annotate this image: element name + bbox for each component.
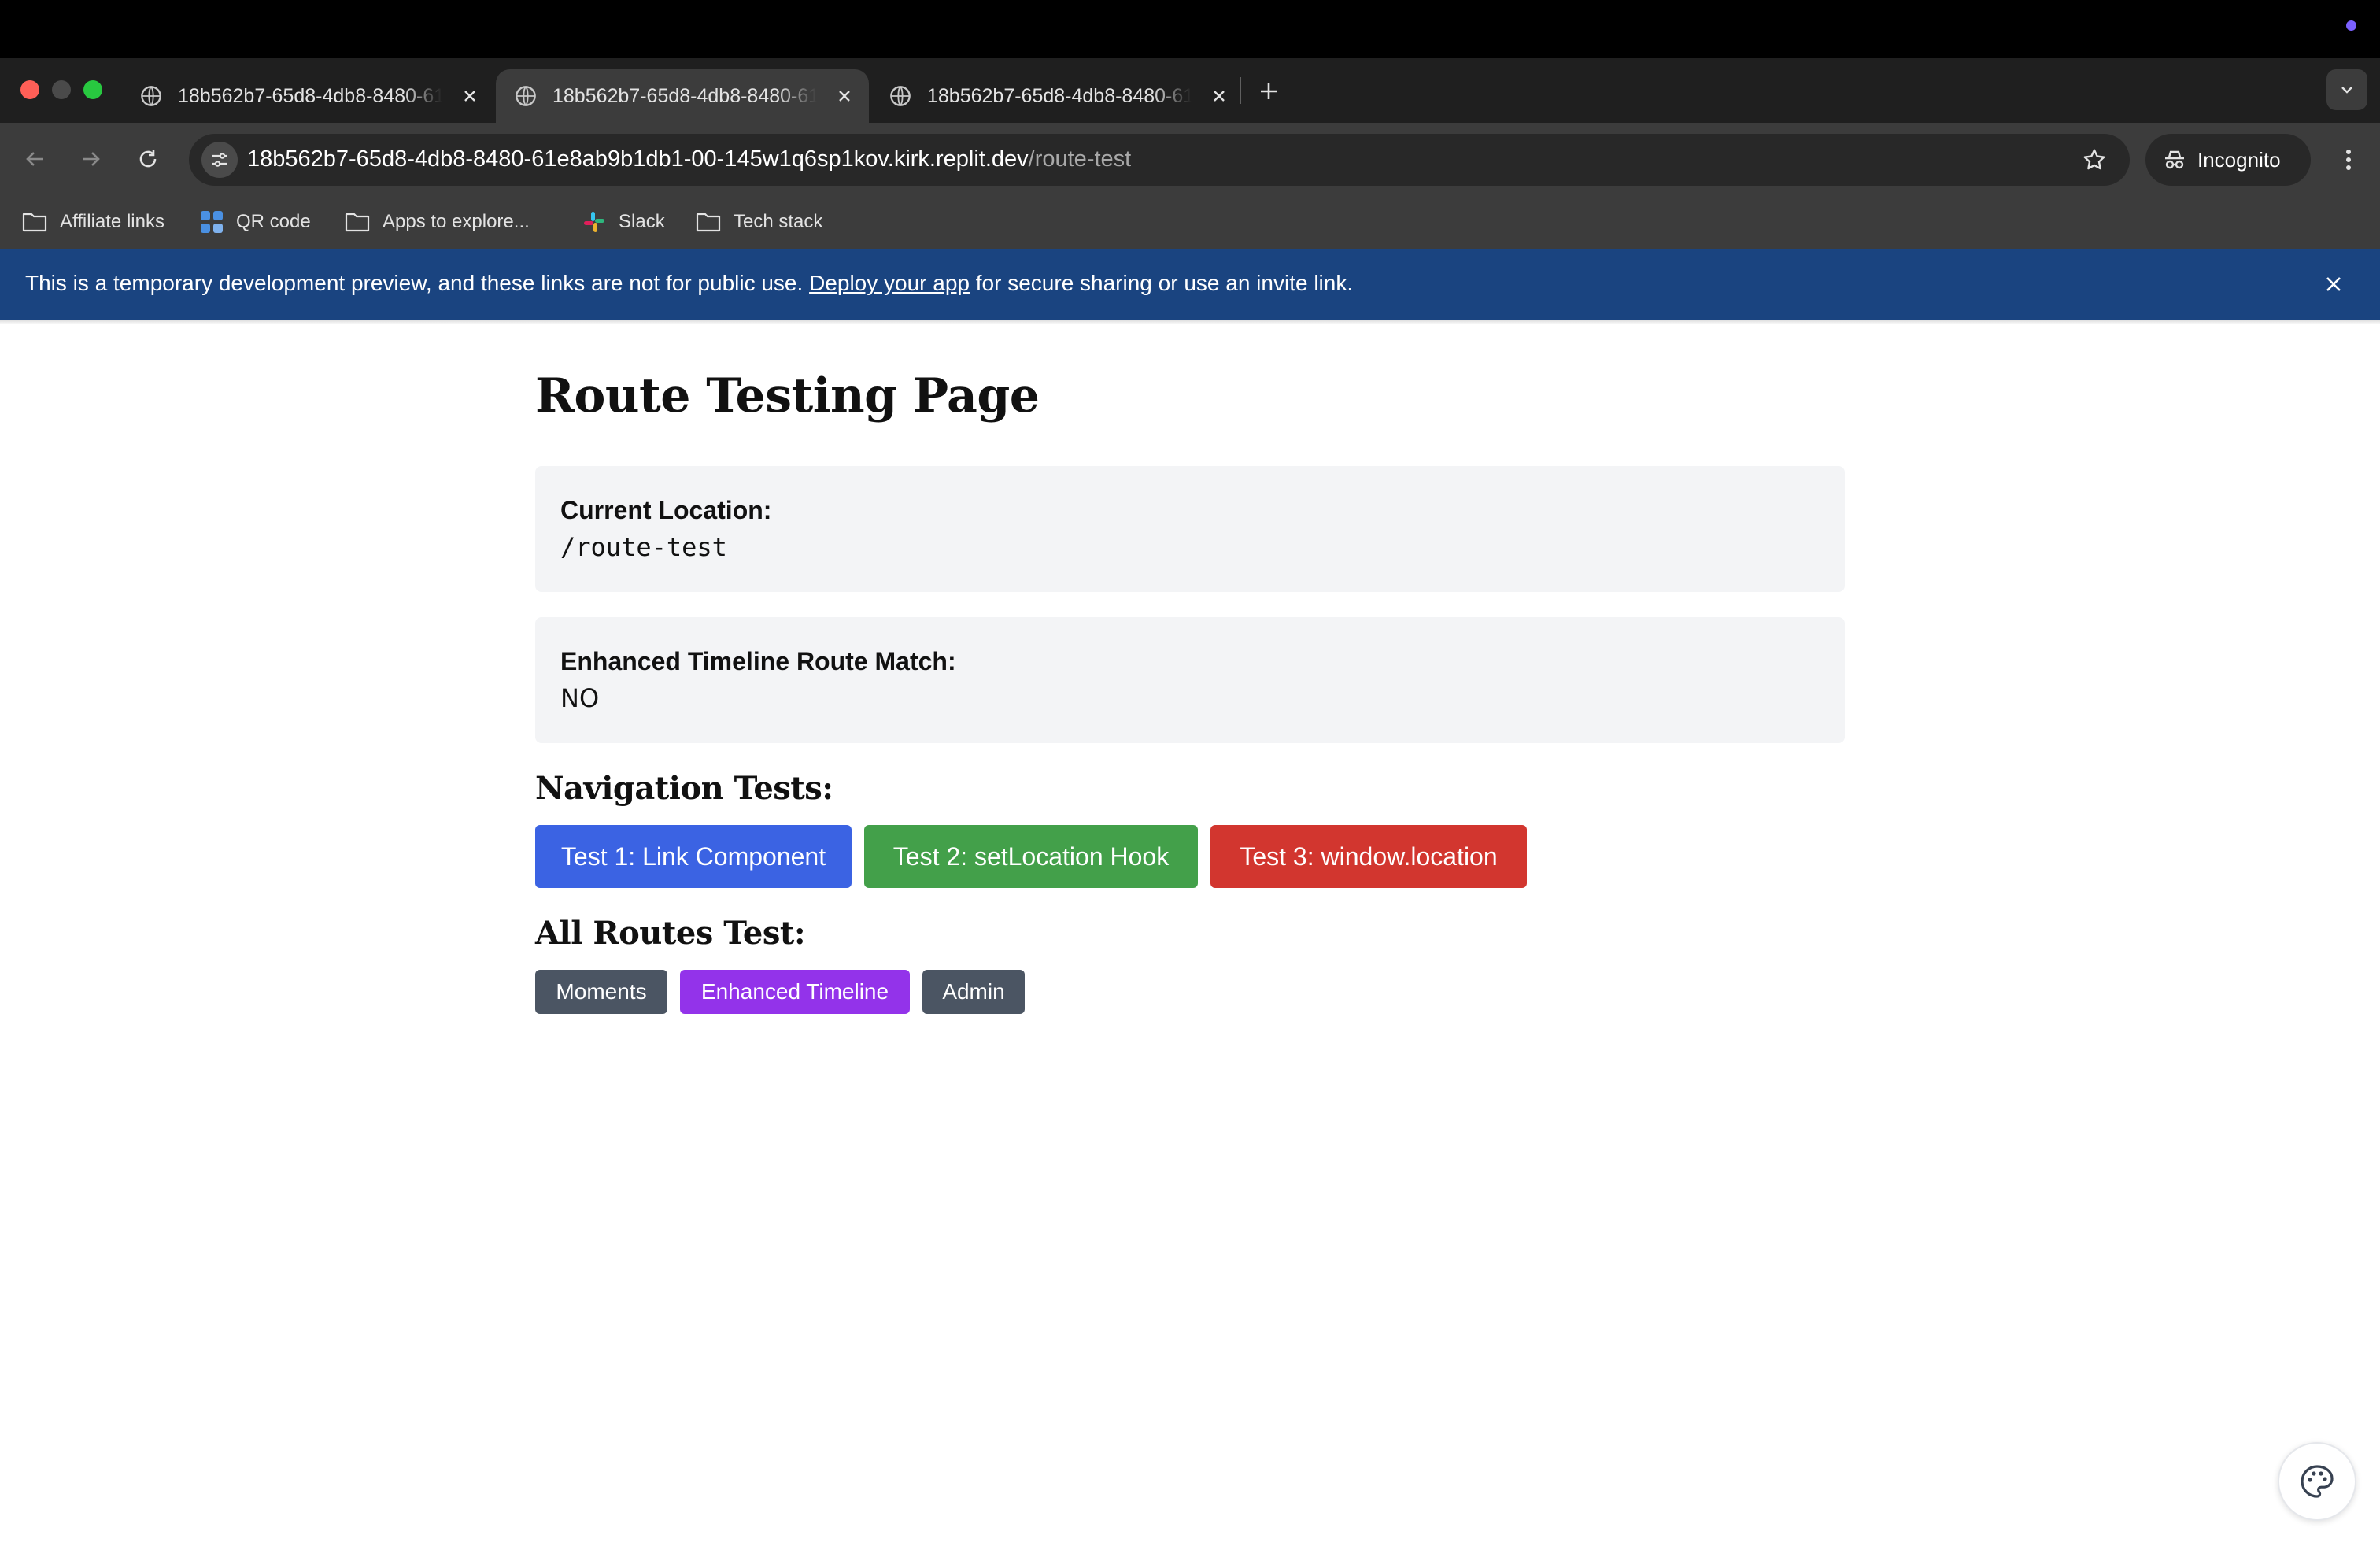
test-link-component-button[interactable]: Test 1: Link Component [535, 825, 852, 888]
url-path: /route-test [1028, 146, 1132, 172]
bookmark-label: Affiliate links [60, 211, 164, 232]
bookmark-tech-stack[interactable]: Tech stack [696, 206, 822, 238]
arrow-left-icon [26, 152, 42, 166]
bookmark-affiliate-links[interactable]: Affiliate links [22, 206, 164, 238]
url-text[interactable]: 18b562b7-65d8-4db8-8480-61e8ab9b1db1-00-… [247, 145, 1131, 173]
banner-close-button[interactable] [2319, 269, 2349, 299]
tab-search-button[interactable] [2326, 69, 2367, 110]
navigation-tests-heading: Navigation Tests: [535, 770, 833, 807]
current-location-label: Current Location: [560, 496, 772, 524]
incognito-indicator[interactable]: Incognito [2145, 134, 2311, 186]
back-button[interactable] [17, 142, 52, 176]
bookmark-label: Apps to explore... [382, 211, 530, 232]
route-match-value: NO [560, 683, 600, 713]
banner-text-before: This is a temporary development preview,… [25, 271, 810, 295]
browser-tab-active[interactable]: 18b562b7-65d8-4db8-8480-61e8ab9b1db1-00-… [496, 69, 869, 123]
globe-icon [516, 86, 536, 106]
dev-preview-banner: This is a temporary development preview,… [0, 249, 2380, 320]
close-icon [2326, 277, 2341, 291]
route-match-label: Enhanced Timeline Route Match: [560, 647, 956, 675]
window-minimize-button[interactable] [52, 80, 71, 99]
new-tab-button[interactable] [1253, 76, 1284, 107]
banner-text-after: for secure sharing or use an invite link… [969, 271, 1354, 295]
bookmark-star-button[interactable] [2078, 143, 2111, 176]
tab-title: 18b562b7-65d8-4db8-8480-61e8ab9b1db1-00-… [178, 84, 442, 107]
bookmark-label: Tech stack [734, 211, 823, 232]
more-vertical-icon [2346, 150, 2351, 170]
globe-icon [141, 86, 161, 106]
route-enhanced-timeline-button[interactable]: Enhanced Timeline [680, 970, 910, 1014]
tab-close-icon[interactable] [1206, 83, 1232, 109]
bookmark-label: QR code [236, 211, 311, 232]
tab-separator [1240, 77, 1241, 104]
chevron-down-icon [2341, 87, 2352, 94]
theme-palette-button[interactable] [2278, 1442, 2356, 1521]
folder-icon [696, 213, 721, 232]
plus-icon [1261, 83, 1277, 99]
bookmark-qr-code[interactable]: QR code [200, 206, 311, 238]
browser-tab[interactable]: 18b562b7-65d8-4db8-8480-61e8ab9b1db1-00-… [121, 69, 494, 123]
forward-button[interactable] [74, 142, 109, 176]
palette-icon [2301, 1465, 2334, 1498]
route-moments-button[interactable]: Moments [535, 970, 667, 1014]
globe-icon [890, 86, 911, 106]
tab-title: 18b562b7-65d8-4db8-8480-61e8ab9b1db1-00-… [927, 84, 1192, 107]
test-setlocation-hook-button[interactable]: Test 2: setLocation Hook [864, 825, 1198, 888]
window-close-button[interactable] [20, 80, 39, 99]
tab-close-icon[interactable] [831, 83, 858, 109]
route-admin-button[interactable]: Admin [922, 970, 1025, 1014]
star-icon [2083, 149, 2105, 170]
window-zoom-button[interactable] [83, 80, 102, 99]
tab-close-icon[interactable] [456, 83, 483, 109]
tune-icon [213, 153, 227, 167]
slack-icon [584, 212, 604, 232]
route-match-card: Enhanced Timeline Route Match: NO [535, 617, 1845, 743]
banner-message: This is a temporary development preview,… [25, 271, 1353, 296]
banner-shadow [0, 320, 2380, 324]
incognito-label: Incognito [2197, 147, 2281, 172]
page-title: Route Testing Page [535, 368, 1040, 423]
qr-app-icon [201, 211, 223, 233]
current-location-card: Current Location: /route-test [535, 466, 1845, 592]
all-routes-heading: All Routes Test: [535, 915, 806, 952]
reload-icon [139, 150, 157, 168]
incognito-icon [2165, 150, 2184, 169]
test-window-location-button[interactable]: Test 3: window.location [1210, 825, 1527, 888]
tab-title: 18b562b7-65d8-4db8-8480-61e8ab9b1db1-00-… [552, 84, 817, 107]
site-info-button[interactable] [201, 142, 238, 178]
browser-tab[interactable]: 18b562b7-65d8-4db8-8480-61e8ab9b1db1-00-… [870, 69, 1244, 123]
system-menubar [0, 0, 2380, 58]
deploy-app-link[interactable]: Deploy your app [809, 271, 970, 295]
url-host: 18b562b7-65d8-4db8-8480-61e8ab9b1db1-00-… [247, 146, 1029, 172]
folder-icon [345, 213, 370, 232]
current-location-value: /route-test [560, 532, 727, 562]
bookmark-apps-to-explore[interactable]: Apps to explore... [345, 206, 530, 238]
arrow-right-icon [83, 152, 100, 166]
folder-icon [22, 213, 47, 232]
bookmark-label: Slack [619, 211, 665, 232]
status-dot-icon [2346, 20, 2356, 31]
browser-menu-button[interactable] [2333, 143, 2364, 176]
reload-button[interactable] [131, 142, 165, 176]
bookmark-slack[interactable]: Slack [582, 206, 665, 238]
